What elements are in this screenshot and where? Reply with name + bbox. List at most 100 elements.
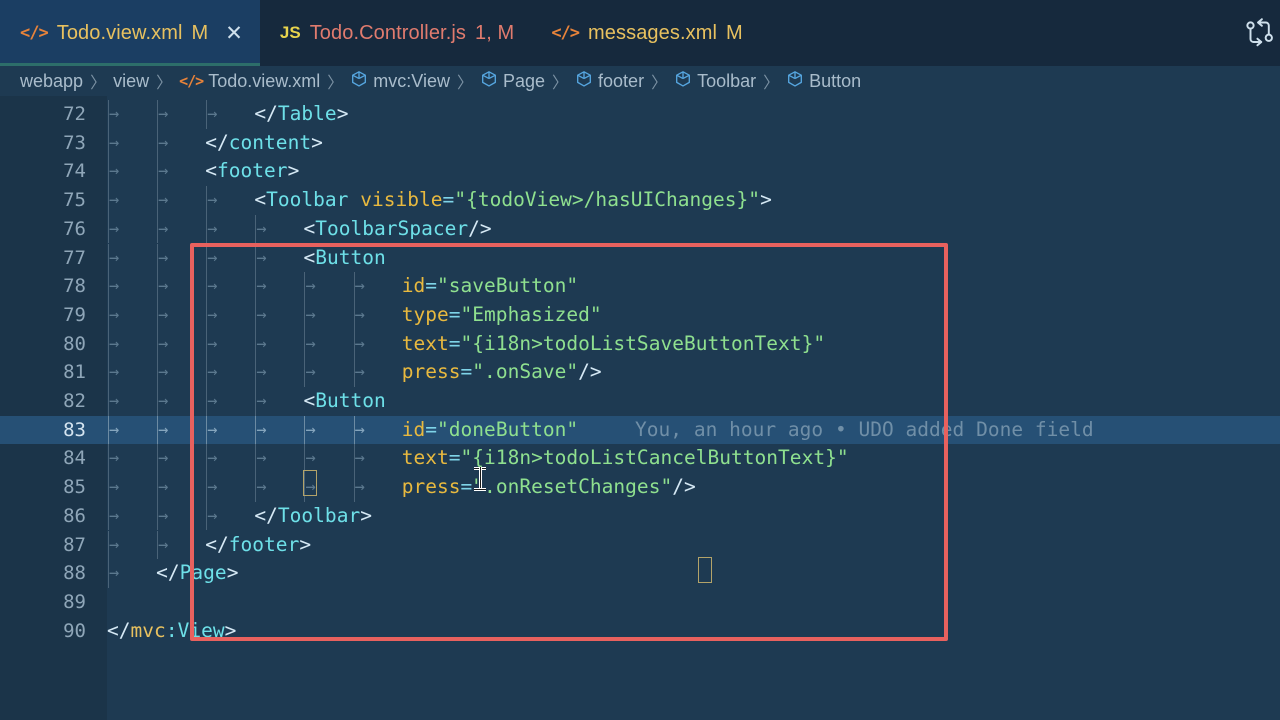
token-tag: Table bbox=[278, 102, 337, 125]
breadcrumb: webapp〉view〉</>Todo.view.xml〉mvc:View〉Pa… bbox=[0, 66, 1280, 96]
tab-whitespace-marker: → bbox=[256, 272, 266, 301]
token-punct: /> bbox=[578, 360, 602, 383]
code-line[interactable]: 83→→→→→→id="doneButton"You, an hour ago … bbox=[0, 416, 1280, 445]
breadcrumb-item-page[interactable]: Page bbox=[480, 70, 545, 93]
code-tokens: id="doneButton" bbox=[402, 416, 578, 445]
tab-whitespace-marker: → bbox=[256, 215, 266, 244]
breadcrumb-item-todo-view-xml[interactable]: </>Todo.view.xml bbox=[179, 71, 320, 92]
tab-whitespace-marker: → bbox=[109, 330, 119, 359]
line-number: 81 bbox=[0, 358, 86, 387]
symbol-object-icon bbox=[674, 70, 692, 93]
code-line[interactable]: 88→</Page> bbox=[0, 559, 1280, 588]
xml-file-icon: </> bbox=[179, 72, 203, 90]
token-punct: /> bbox=[468, 217, 492, 240]
token-punct: </ bbox=[205, 131, 229, 154]
code-line[interactable]: 74→→<footer> bbox=[0, 157, 1280, 186]
breadcrumb-label: footer bbox=[598, 71, 644, 92]
code-line[interactable]: 80→→→→→→text="{i18n>todoListSaveButtonTe… bbox=[0, 330, 1280, 359]
code-line[interactable]: 72→→→</Table> bbox=[0, 100, 1280, 129]
code-line[interactable]: 85→→→→→→press=".onResetChanges"/> bbox=[0, 473, 1280, 502]
breadcrumb-item-mvc-view[interactable]: mvc:View bbox=[350, 70, 450, 93]
tab-whitespace-marker: → bbox=[207, 502, 217, 531]
code-tokens: text="{i18n>todoListSaveButtonText}" bbox=[402, 330, 825, 359]
token-eq: = bbox=[449, 303, 461, 326]
compare-changes-icon[interactable] bbox=[1244, 18, 1278, 48]
tab-whitespace-marker: → bbox=[207, 244, 217, 273]
tab-whitespace-marker: → bbox=[109, 215, 119, 244]
tab-whitespace-marker: → bbox=[207, 100, 217, 129]
symbol-object-icon bbox=[480, 70, 498, 93]
code-line[interactable]: 82→→→→<Button bbox=[0, 387, 1280, 416]
breadcrumb-item-button[interactable]: Button bbox=[786, 70, 861, 93]
line-number: 87 bbox=[0, 531, 86, 560]
code-tokens: <ToolbarSpacer/> bbox=[303, 215, 491, 244]
editor-tab-todo-view-xml[interactable]: </>Todo.view.xmlM✕ bbox=[0, 0, 260, 66]
tab-whitespace-marker: → bbox=[109, 473, 119, 502]
breadcrumb-separator-icon: 〉 bbox=[651, 69, 667, 93]
token-punct: < bbox=[254, 188, 266, 211]
code-tokens: press=".onSave"/> bbox=[402, 358, 602, 387]
token-str: "Emphasized" bbox=[461, 303, 602, 326]
code-tokens: </Toolbar> bbox=[254, 502, 372, 531]
code-line[interactable]: 75→→→<Toolbar visible="{todoView>/hasUIC… bbox=[0, 186, 1280, 215]
code-line[interactable]: 81→→→→→→press=".onSave"/> bbox=[0, 358, 1280, 387]
code-line[interactable]: 89 bbox=[0, 588, 1280, 617]
tab-whitespace-marker: → bbox=[109, 186, 119, 215]
code-line[interactable]: 77→→→→<Button bbox=[0, 244, 1280, 273]
tab-dirty-badge: M bbox=[726, 22, 743, 45]
tab-whitespace-marker: → bbox=[207, 330, 217, 359]
breadcrumb-item-toolbar[interactable]: Toolbar bbox=[674, 70, 756, 93]
token-eq: = bbox=[425, 274, 437, 297]
tab-whitespace-marker: → bbox=[158, 444, 168, 473]
breadcrumb-label: view bbox=[113, 71, 149, 92]
token-eq: = bbox=[449, 332, 461, 355]
code-line[interactable]: 78→→→→→→id="saveButton" bbox=[0, 272, 1280, 301]
tab-whitespace-marker: → bbox=[256, 416, 266, 445]
code-line[interactable]: 87→→</footer> bbox=[0, 531, 1280, 560]
editor-tab-messages-xml[interactable]: </>messages.xmlM bbox=[531, 0, 760, 66]
breadcrumb-item-view[interactable]: view bbox=[113, 71, 149, 92]
token-tag: Button bbox=[315, 246, 386, 269]
close-icon[interactable]: ✕ bbox=[225, 23, 243, 44]
tab-whitespace-marker: → bbox=[109, 559, 119, 588]
token-attr: id bbox=[402, 274, 426, 297]
code-line[interactable]: 76→→→→<ToolbarSpacer/> bbox=[0, 215, 1280, 244]
token-punct: > bbox=[299, 533, 311, 556]
token-punct: < bbox=[303, 217, 315, 240]
line-number: 86 bbox=[0, 502, 86, 531]
code-line[interactable]: 90</mvc:View> bbox=[0, 617, 1280, 646]
tab-whitespace-marker: → bbox=[158, 301, 168, 330]
breadcrumb-separator-icon: 〉 bbox=[552, 69, 568, 93]
breadcrumb-label: Toolbar bbox=[697, 71, 756, 92]
tab-whitespace-marker: → bbox=[305, 330, 315, 359]
breadcrumb-item-webapp[interactable]: webapp bbox=[20, 71, 83, 92]
code-tokens: <Button bbox=[303, 387, 385, 416]
tab-whitespace-marker: → bbox=[158, 330, 168, 359]
code-editor[interactable]: 72→→→</Table>73→→</content>74→→<footer>7… bbox=[0, 96, 1280, 720]
code-line[interactable]: 73→→</content> bbox=[0, 129, 1280, 158]
tab-whitespace-marker: → bbox=[158, 215, 168, 244]
tab-whitespace-marker: → bbox=[256, 473, 266, 502]
code-line[interactable]: 84→→→→→→text="{i18n>todoListCancelButton… bbox=[0, 444, 1280, 473]
tab-whitespace-marker: → bbox=[109, 416, 119, 445]
breadcrumb-item-footer[interactable]: footer bbox=[575, 70, 644, 93]
breadcrumb-label: Page bbox=[503, 71, 545, 92]
bracket-match-close bbox=[698, 557, 712, 583]
token-attr: press bbox=[402, 475, 461, 498]
tab-whitespace-marker: → bbox=[305, 301, 315, 330]
code-line[interactable]: 79→→→→→→type="Emphasized" bbox=[0, 301, 1280, 330]
symbol-object-icon bbox=[350, 70, 368, 93]
tab-whitespace-marker: → bbox=[305, 272, 315, 301]
editor-tab-todo-controller-js[interactable]: JSTodo.Controller.js1, M bbox=[260, 0, 531, 66]
token-tag: Toolbar bbox=[266, 188, 348, 211]
code-line[interactable]: 86→→→</Toolbar> bbox=[0, 502, 1280, 531]
token-attr: text bbox=[402, 446, 449, 469]
token-punct: < bbox=[303, 246, 315, 269]
tab-whitespace-marker: → bbox=[355, 473, 365, 502]
xml-file-icon: </> bbox=[20, 23, 48, 43]
token-attr: visible bbox=[360, 188, 442, 211]
line-number: 82 bbox=[0, 387, 86, 416]
breadcrumb-label: Button bbox=[809, 71, 861, 92]
token-eq: = bbox=[443, 188, 455, 211]
tab-whitespace-marker: → bbox=[109, 358, 119, 387]
